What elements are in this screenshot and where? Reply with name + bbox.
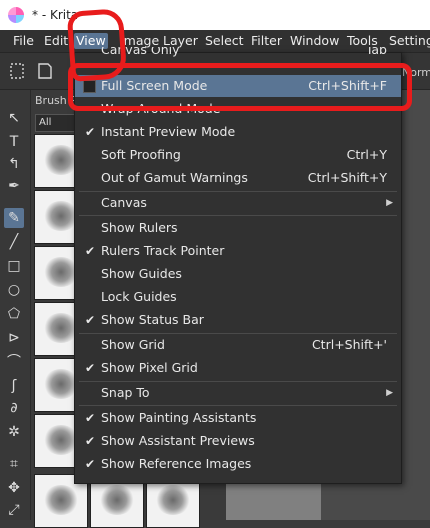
- annotation-box-full-screen-mode: [68, 63, 412, 111]
- rectangle-tool-icon[interactable]: □: [4, 256, 24, 276]
- ellipse-tool-icon[interactable]: ○: [4, 280, 24, 300]
- freehand-path-icon[interactable]: ʃ: [4, 376, 24, 396]
- submenu-arrow-icon: ▶: [386, 388, 393, 398]
- menu-separator: [79, 215, 397, 216]
- menu-file[interactable]: File: [11, 33, 36, 49]
- menu-edit[interactable]: Edit: [42, 33, 70, 49]
- edit-shapes-icon[interactable]: ↰: [4, 154, 24, 174]
- open-document-icon[interactable]: [34, 60, 56, 82]
- title-bar: * - Krita: [0, 0, 430, 30]
- menu-item-show-status-bar[interactable]: ✔ Show Status Bar: [75, 309, 401, 331]
- menu-item-soft-proofing[interactable]: Soft Proofing Ctrl+Y: [75, 144, 401, 166]
- check-icon: ✔: [84, 125, 96, 139]
- text-tool-icon[interactable]: T: [4, 132, 24, 152]
- menu-item-snap-to-submenu[interactable]: Snap To ▶: [75, 382, 401, 404]
- bezier-tool-icon[interactable]: ⌒: [4, 352, 24, 372]
- polygon-tool-icon[interactable]: ⬠: [4, 304, 24, 324]
- check-icon: ✔: [84, 313, 96, 327]
- menu-item-show-assistant-previews[interactable]: ✔ Show Assistant Previews: [75, 430, 401, 452]
- menu-item-show-rulers[interactable]: Show Rulers: [75, 217, 401, 239]
- menu-item-show-pixel-grid[interactable]: ✔ Show Pixel Grid: [75, 357, 401, 379]
- move-tool-icon[interactable]: ✥: [4, 478, 24, 498]
- line-tool-icon[interactable]: ╱: [4, 232, 24, 252]
- freehand-brush-icon[interactable]: ✎: [4, 208, 24, 228]
- toolbox: ↖ T ↰ ✒ ✎ ╱ □ ○ ⬠ ⊳ ⌒ ʃ ∂ ✲ ⌗ ✥ ⤢: [0, 90, 31, 520]
- menu-item-show-painting-assistants[interactable]: ✔ Show Painting Assistants: [75, 407, 401, 429]
- menu-item-lock-guides[interactable]: Lock Guides: [75, 286, 401, 308]
- view-menu-dropdown: Canvas Only Tab Full Screen Mode Ctrl+Sh…: [74, 47, 402, 484]
- menu-separator: [79, 405, 397, 406]
- crop-tool-icon[interactable]: ⌗: [4, 454, 24, 474]
- dynamic-brush-icon[interactable]: ∂: [4, 398, 24, 418]
- check-icon: ✔: [84, 457, 96, 471]
- menu-item-out-of-gamut-warnings[interactable]: Out of Gamut Warnings Ctrl+Shift+Y: [75, 167, 401, 189]
- transform-tool-icon[interactable]: ⤢: [4, 500, 24, 520]
- krita-app-icon: [8, 7, 24, 23]
- menu-item-instant-preview-mode[interactable]: ✔ Instant Preview Mode: [75, 121, 401, 143]
- menu-item-rulers-track-pointer[interactable]: ✔ Rulers Track Pointer: [75, 240, 401, 262]
- menu-item-show-grid[interactable]: Show Grid Ctrl+Shift+': [75, 334, 401, 356]
- check-icon: ✔: [84, 411, 96, 425]
- menu-item-show-reference-images[interactable]: ✔ Show Reference Images: [75, 453, 401, 475]
- new-document-icon[interactable]: [6, 60, 28, 82]
- check-icon: ✔: [84, 244, 96, 258]
- check-icon: ✔: [84, 434, 96, 448]
- multibrush-icon[interactable]: ✲: [4, 422, 24, 442]
- submenu-arrow-icon: ▶: [386, 198, 393, 208]
- check-icon: ✔: [84, 361, 96, 375]
- menu-item-show-guides[interactable]: Show Guides: [75, 263, 401, 285]
- polyline-tool-icon[interactable]: ⊳: [4, 328, 24, 348]
- menu-item-canvas-submenu[interactable]: Canvas ▶: [75, 192, 401, 214]
- select-shapes-icon[interactable]: ↖: [4, 108, 24, 128]
- calligraphy-icon[interactable]: ✒: [4, 176, 24, 196]
